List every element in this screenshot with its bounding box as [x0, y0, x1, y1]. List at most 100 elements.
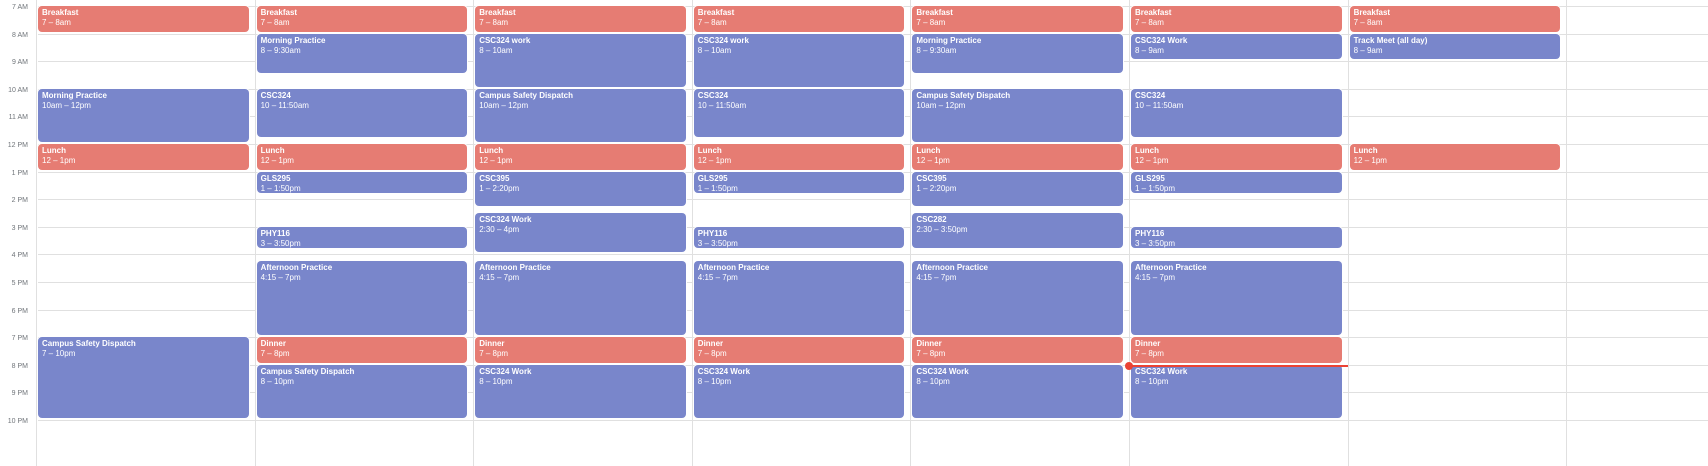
calendar-event[interactable]: GLS295 1 – 1:50pm: [1131, 171, 1342, 193]
calendar-event[interactable]: CSC324 10 – 11:50am: [256, 88, 468, 138]
event-title: CSC324: [697, 90, 729, 100]
calendar-event[interactable]: Afternoon Practice 4:15 – 7pm: [475, 261, 686, 336]
event-time: 4:15 – 7pm: [916, 273, 957, 283]
calendar-event[interactable]: Track Meet (all day) 8 – 9am: [1349, 33, 1561, 60]
calendar-event[interactable]: CSC324 Work 8 – 10pm: [912, 364, 1123, 418]
event-time: 3 – 3:50pm: [260, 238, 301, 248]
calendar-event[interactable]: GLS295 1 – 1:50pm: [693, 171, 905, 193]
event-title: Breakfast: [1135, 8, 1172, 17]
event-time: 4:15 – 7pm: [697, 273, 738, 283]
calendar-event[interactable]: Campus Safety Dispatch 8 – 10pm: [256, 364, 468, 418]
calendar-event[interactable]: PHY116 3 – 3:50pm: [256, 226, 468, 248]
event-time: 3 – 3:50pm: [1135, 238, 1176, 248]
calendar-event[interactable]: Dinner 7 – 8pm: [475, 337, 686, 363]
event-time: 2:30 – 3:50pm: [916, 225, 968, 234]
event-title: Breakfast: [479, 8, 516, 17]
event-title: Campus Safety Dispatch: [916, 90, 1011, 100]
event-time: 8 – 9am: [1135, 45, 1164, 55]
day-column-divider: [910, 0, 912, 466]
event-title: Afternoon Practice: [697, 263, 770, 273]
calendar-event[interactable]: Afternoon Practice 4:15 – 7pm: [693, 261, 905, 336]
event-time: 7 – 8am: [916, 18, 946, 27]
event-title: Track Meet (all day): [1353, 35, 1428, 45]
calendar-event[interactable]: Dinner 7 – 8pm: [693, 337, 905, 363]
event-title: Dinner: [916, 339, 942, 349]
event-time: 12 – 1pm: [1353, 156, 1387, 165]
event-time: 12 – 1pm: [260, 156, 294, 165]
event-time: 7 – 8pm: [697, 349, 727, 359]
event-title: CSC324: [260, 90, 291, 100]
event-time: 1 – 1:50pm: [260, 183, 301, 193]
calendar-event[interactable]: Breakfast 7 – 8am: [912, 6, 1123, 32]
calendar-event[interactable]: CSC324 Work 8 – 10pm: [475, 364, 686, 418]
calendar-event[interactable]: CSC324 Work 2:30 – 4pm: [475, 213, 686, 253]
calendar-event[interactable]: GLS295 1 – 1:50pm: [256, 171, 468, 193]
calendar-event[interactable]: Dinner 7 – 8pm: [256, 337, 468, 363]
hour-grid-line: [38, 199, 1708, 201]
calendar-event[interactable]: Lunch 12 – 1pm: [475, 144, 686, 170]
event-time: 10am – 12pm: [42, 100, 91, 110]
event-time: 8 – 10pm: [1135, 376, 1169, 386]
calendar-event[interactable]: CSC324 10 – 11:50am: [1131, 88, 1342, 138]
calendar-event[interactable]: Afternoon Practice 4:15 – 7pm: [912, 261, 1123, 336]
calendar-event[interactable]: Lunch 12 – 1pm: [1131, 144, 1342, 170]
calendar-event[interactable]: PHY116 3 – 3:50pm: [1131, 226, 1342, 248]
calendar-event[interactable]: Breakfast 7 – 8am: [475, 6, 686, 32]
event-time: 8 – 10pm: [697, 376, 732, 386]
event-title: Afternoon Practice: [1135, 263, 1207, 273]
calendar-event[interactable]: Morning Practice 8 – 9:30am: [256, 33, 468, 73]
calendar-event[interactable]: Lunch 12 – 1pm: [1349, 144, 1561, 170]
hour-label: 2 PM: [11, 197, 28, 205]
event-title: Dinner: [697, 339, 724, 349]
calendar-event[interactable]: Campus Safety Dispatch 7 – 10pm: [38, 337, 249, 418]
event-time: 12 – 1pm: [916, 156, 950, 165]
current-time-dot: [1125, 361, 1133, 370]
calendar-event[interactable]: CSC395 1 – 2:20pm: [475, 171, 686, 207]
event-time: 8 – 9:30am: [916, 45, 957, 55]
event-title: CSC324 Work: [916, 366, 969, 376]
event-time: 8 – 9:30am: [260, 45, 301, 55]
calendar-event[interactable]: Morning Practice 10am – 12pm: [38, 88, 249, 142]
event-title: Dinner: [479, 339, 505, 349]
calendar-event[interactable]: PHY116 3 – 3:50pm: [693, 226, 905, 248]
calendar-event[interactable]: Dinner 7 – 8pm: [912, 337, 1123, 363]
calendar-event[interactable]: Campus Safety Dispatch 10am – 12pm: [475, 88, 686, 142]
calendar-event[interactable]: Breakfast 7 – 8am: [693, 6, 905, 32]
event-title: PHY116: [697, 228, 728, 238]
event-time: 7 – 8am: [1135, 18, 1164, 27]
event-title: Afternoon Practice: [479, 263, 551, 273]
calendar-event[interactable]: CSC324 Work 8 – 10pm: [1131, 364, 1342, 418]
event-time: 7 – 8pm: [479, 349, 509, 359]
event-time: 7 – 8am: [1353, 18, 1383, 27]
calendar-event[interactable]: CSC324 Work 8 – 9am: [1131, 33, 1342, 60]
calendar-event[interactable]: CSC282 2:30 – 3:50pm: [912, 213, 1123, 248]
calendar-event[interactable]: Afternoon Practice 4:15 – 7pm: [1131, 261, 1342, 336]
calendar-event[interactable]: Breakfast 7 – 8am: [256, 6, 468, 32]
calendar-event[interactable]: Dinner 7 – 8pm: [1131, 337, 1342, 363]
calendar-event[interactable]: Lunch 12 – 1pm: [912, 144, 1123, 170]
event-time: 7 – 8am: [260, 18, 290, 27]
hour-label: 6 PM: [11, 307, 28, 315]
calendar-event[interactable]: Afternoon Practice 4:15 – 7pm: [256, 261, 468, 336]
event-title: CSC324 Work: [479, 366, 532, 376]
calendar-event[interactable]: Morning Practice 8 – 9:30am: [912, 33, 1123, 73]
event-time: 10am – 12pm: [916, 100, 966, 110]
calendar-event[interactable]: Breakfast 7 – 8am: [1349, 6, 1561, 32]
calendar-event[interactable]: CSC324 10 – 11:50am: [693, 88, 905, 138]
calendar-event[interactable]: Breakfast 7 – 8am: [38, 6, 249, 32]
calendar-event[interactable]: CSC324 Work 8 – 10pm: [693, 364, 905, 418]
event-time: 3 – 3:50pm: [697, 238, 738, 248]
calendar-event[interactable]: Campus Safety Dispatch 10am – 12pm: [912, 88, 1123, 142]
event-time: 7 – 8am: [697, 18, 727, 27]
event-title: PHY116: [1135, 228, 1165, 238]
event-title: CSC282: [916, 215, 947, 224]
calendar-event[interactable]: Breakfast 7 – 8am: [1131, 6, 1342, 32]
calendar-event[interactable]: CSC324 work 8 – 10am: [693, 33, 905, 87]
calendar-event[interactable]: Lunch 12 – 1pm: [256, 144, 468, 170]
event-title: Lunch: [916, 146, 941, 155]
calendar-event[interactable]: CSC395 1 – 2:20pm: [912, 171, 1123, 207]
event-time: 8 – 10pm: [260, 376, 294, 386]
calendar-event[interactable]: Lunch 12 – 1pm: [693, 144, 905, 170]
calendar-event[interactable]: Lunch 12 – 1pm: [38, 144, 249, 170]
calendar-event[interactable]: CSC324 work 8 – 10am: [475, 33, 686, 87]
